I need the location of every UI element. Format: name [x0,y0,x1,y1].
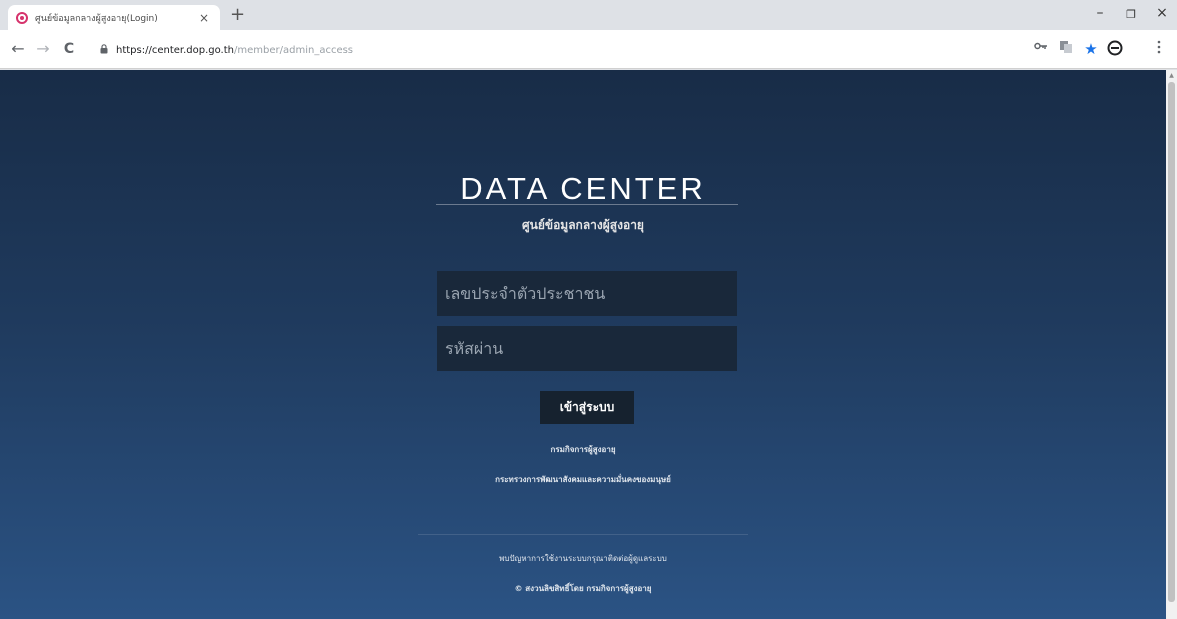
browser-tab[interactable]: ศูนย์ข้อมูลกลางผู้สูงอายุ(Login) × [8,5,220,30]
tab-strip: ศูนย์ข้อมูลกลางผู้สูงอายุ(Login) × + – ❐… [0,0,1177,30]
url-path: /member/admin_access [234,44,354,56]
login-button[interactable]: เข้าสู่ระบบ [540,391,634,424]
browser-toolbar: ← → C https://center.dop.go.th/member/ad… [0,30,1177,69]
lock-icon [100,43,108,57]
ministry-link[interactable]: กระทรวงการพัฒนาสังคมและความมั่นคงของมนุษ… [0,473,1166,486]
url-host: https://center.dop.go.th [116,44,234,56]
star-icon[interactable]: ★ [1082,40,1100,58]
minimize-button[interactable]: – [1090,5,1110,21]
scroll-thumb[interactable] [1168,82,1175,602]
tab-title: ศูนย์ข้อมูลกลางผู้สูงอายุ(Login) [35,13,158,24]
footer-copyright: © สงวนลิขสิทธิ์โดย กรมกิจการผู้สูงอายุ [514,584,652,593]
window-close-button[interactable]: × [1152,5,1172,21]
menu-icon[interactable] [1150,40,1168,58]
tab-close-button[interactable]: × [196,11,212,25]
page-scrollbar[interactable]: ▲ [1166,70,1177,619]
site-favicon-icon [16,11,28,24]
citizen-id-input[interactable] [437,271,737,316]
brand-divider [436,204,738,205]
key-icon[interactable] [1032,40,1050,55]
translate-icon[interactable] [1057,40,1075,58]
back-button[interactable]: ← [8,39,28,59]
maximize-button[interactable]: ❐ [1121,8,1141,21]
profile-icon[interactable] [1106,40,1124,60]
brand-title: DATA CENTER [460,171,706,206]
reload-button[interactable]: C [59,39,79,59]
scroll-up-icon[interactable]: ▲ [1168,72,1175,79]
footer-divider [418,534,748,535]
login-page: DATA CENTER ศูนย์ข้อมูลกลางผู้สูงอายุ เข… [0,70,1166,619]
footer-contact-text: พบปัญหาการใช้งานระบบกรุณาติดต่อผู้ดูแลระ… [499,554,667,563]
address-bar[interactable]: https://center.dop.go.th/member/admin_ac… [100,41,1020,59]
department-link[interactable]: กรมกิจการผู้สูงอายุ [0,443,1166,456]
brand-subtitle: ศูนย์ข้อมูลกลางผู้สูงอายุ [522,218,644,232]
password-input[interactable] [437,326,737,371]
forward-button[interactable]: → [33,39,53,59]
new-tab-button[interactable]: + [230,6,245,24]
